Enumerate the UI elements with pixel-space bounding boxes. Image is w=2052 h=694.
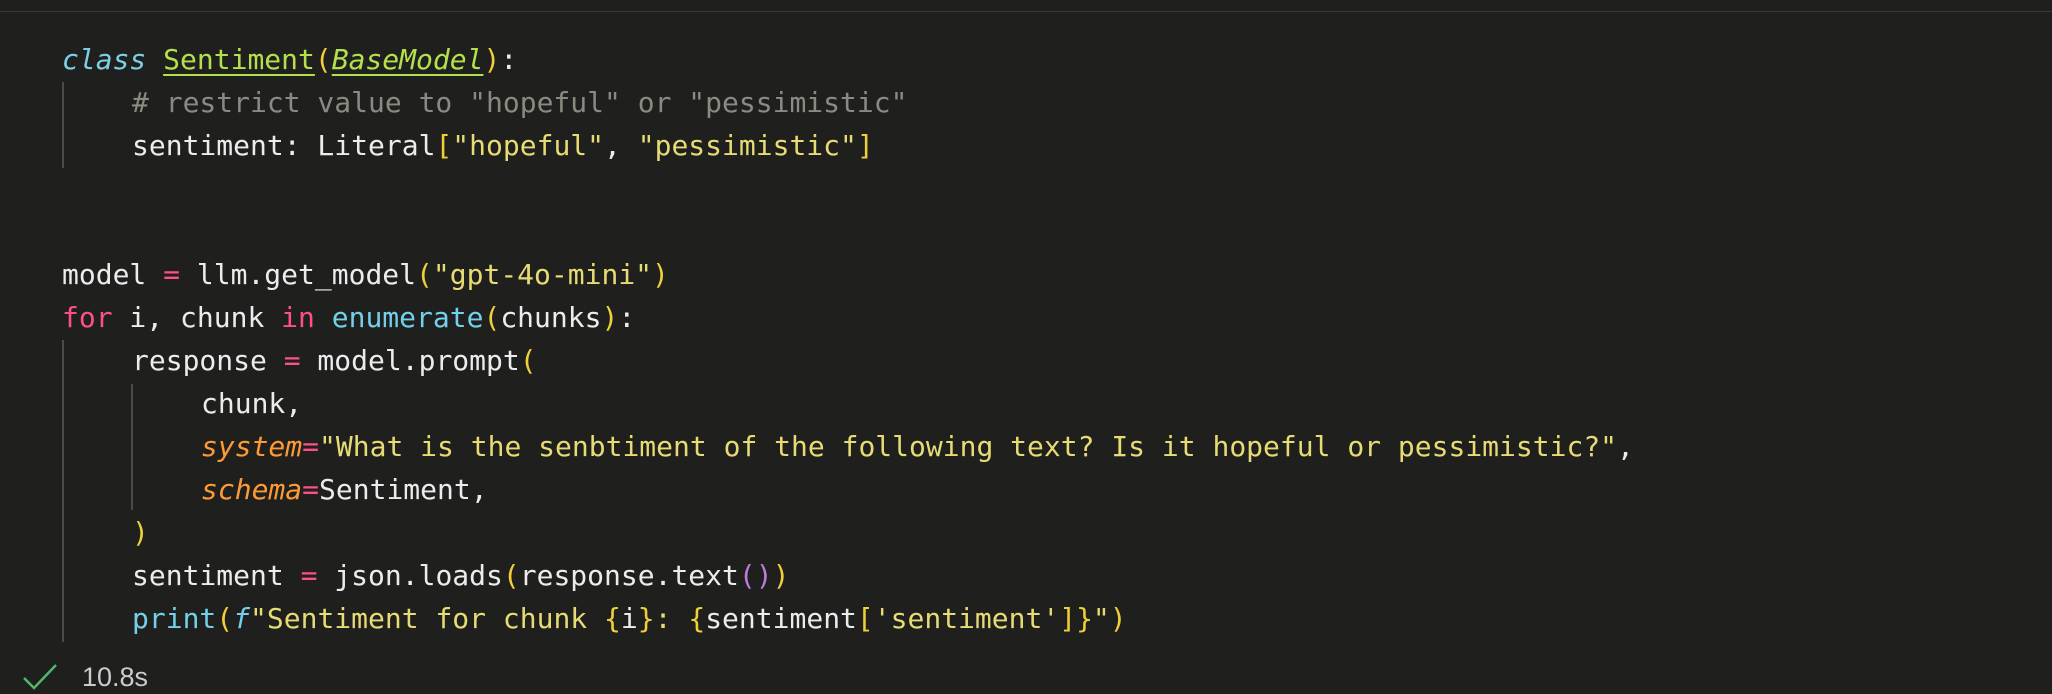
code-token: : <box>500 43 518 76</box>
code-token: [ <box>435 129 453 162</box>
code-token: } <box>637 602 655 635</box>
code-token: for <box>62 301 113 334</box>
code-line: chunk, <box>62 382 1634 425</box>
code-token: = <box>302 430 320 463</box>
code-token: f <box>233 602 251 635</box>
code-token: : <box>618 301 636 334</box>
code-token: "Sentiment for chunk <box>250 602 605 635</box>
code-token: [ <box>856 602 874 635</box>
code-token: = <box>163 258 181 291</box>
code-token: system <box>201 430 303 463</box>
code-line: sentiment: Literal["hopeful", "pessimist… <box>62 124 1634 167</box>
code-token: enumerate <box>331 301 484 334</box>
code-token: ( <box>483 301 501 334</box>
code-token: = <box>300 559 318 592</box>
code-line: response = model.prompt( <box>62 339 1634 382</box>
code-token: ) <box>132 516 149 549</box>
code-token: sentiment: Literal <box>132 129 436 162</box>
cell-execution-status: 10.8s <box>22 660 148 694</box>
code-token: { <box>688 602 706 635</box>
code-token: model <box>62 258 164 291</box>
code-token: "gpt-4o-mini" <box>432 258 653 291</box>
code-token: sentiment <box>705 602 857 635</box>
code-token: = <box>302 473 320 506</box>
code-token: print <box>132 602 217 635</box>
code-line: # restrict value to "hopeful" or "pessim… <box>62 81 1634 124</box>
code-token: i, chunk <box>112 301 282 334</box>
code-token: ) <box>652 258 669 291</box>
code-token: , <box>604 129 638 162</box>
code-line: sentiment = json.loads(response.text()) <box>62 554 1634 597</box>
code-token: response <box>132 344 284 377</box>
check-icon <box>23 664 57 690</box>
code-token: BaseModel <box>331 43 484 76</box>
code-token: { <box>604 602 621 635</box>
code-token: class <box>62 43 147 76</box>
code-token: # restrict value to "hopeful" or "pessim… <box>132 86 908 119</box>
code-token: ( <box>216 602 234 635</box>
code-token: () <box>738 559 773 592</box>
code-token: ( <box>502 559 520 592</box>
code-token: llm.get_model <box>180 258 417 291</box>
execution-duration: 10.8s <box>82 661 149 692</box>
code-token: "hopeful" <box>452 129 605 162</box>
code-token: ] <box>1059 602 1077 635</box>
code-token: in <box>281 301 315 334</box>
code-line: print(f"Sentiment for chunk {i}: {sentim… <box>62 597 1634 640</box>
code-token: ( <box>519 344 537 377</box>
code-line: system="What is the senbtiment of the fo… <box>62 425 1634 468</box>
code-line: model = llm.get_model("gpt-4o-mini") <box>62 253 1634 296</box>
code-token: model.prompt <box>300 344 520 377</box>
code-cell-editor[interactable]: class Sentiment(BaseModel): # restrict va… <box>62 38 1634 640</box>
code-token: ( <box>314 43 332 76</box>
code-token: chunk, <box>201 387 303 420</box>
code-line: schema=Sentiment, <box>62 468 1634 511</box>
code-token: schema <box>201 473 303 506</box>
code-token: } <box>1076 602 1093 635</box>
code-token: Sentiment, <box>319 473 488 506</box>
cell-top-border <box>0 0 2052 12</box>
code-token: = <box>283 344 301 377</box>
code-token: Sentiment <box>163 43 315 76</box>
code-token: " <box>1092 602 1110 635</box>
code-token: ) <box>483 43 501 76</box>
code-line: ) <box>62 511 1634 554</box>
code-token: ] <box>856 129 874 162</box>
code-token: sentiment <box>132 559 301 592</box>
code-token: : <box>654 602 689 635</box>
code-token: json.loads <box>317 559 503 592</box>
code-token: , <box>1617 430 1634 463</box>
code-token: chunks <box>500 301 602 334</box>
code-line: class Sentiment(BaseModel): <box>62 38 1634 81</box>
code-line: for i, chunk in enumerate(chunks): <box>62 296 1634 339</box>
code-token: "pessimistic" <box>637 129 857 162</box>
code-token: "What is the senbtiment of the following… <box>319 430 1618 463</box>
code-token: ) <box>1109 602 1127 635</box>
code-token: response.text <box>519 559 739 592</box>
code-token: ) <box>772 559 790 592</box>
code-token: ( <box>416 258 433 291</box>
code-token: 'sentiment' <box>873 602 1060 635</box>
code-token: ) <box>601 301 619 334</box>
code-token: i <box>620 602 638 635</box>
